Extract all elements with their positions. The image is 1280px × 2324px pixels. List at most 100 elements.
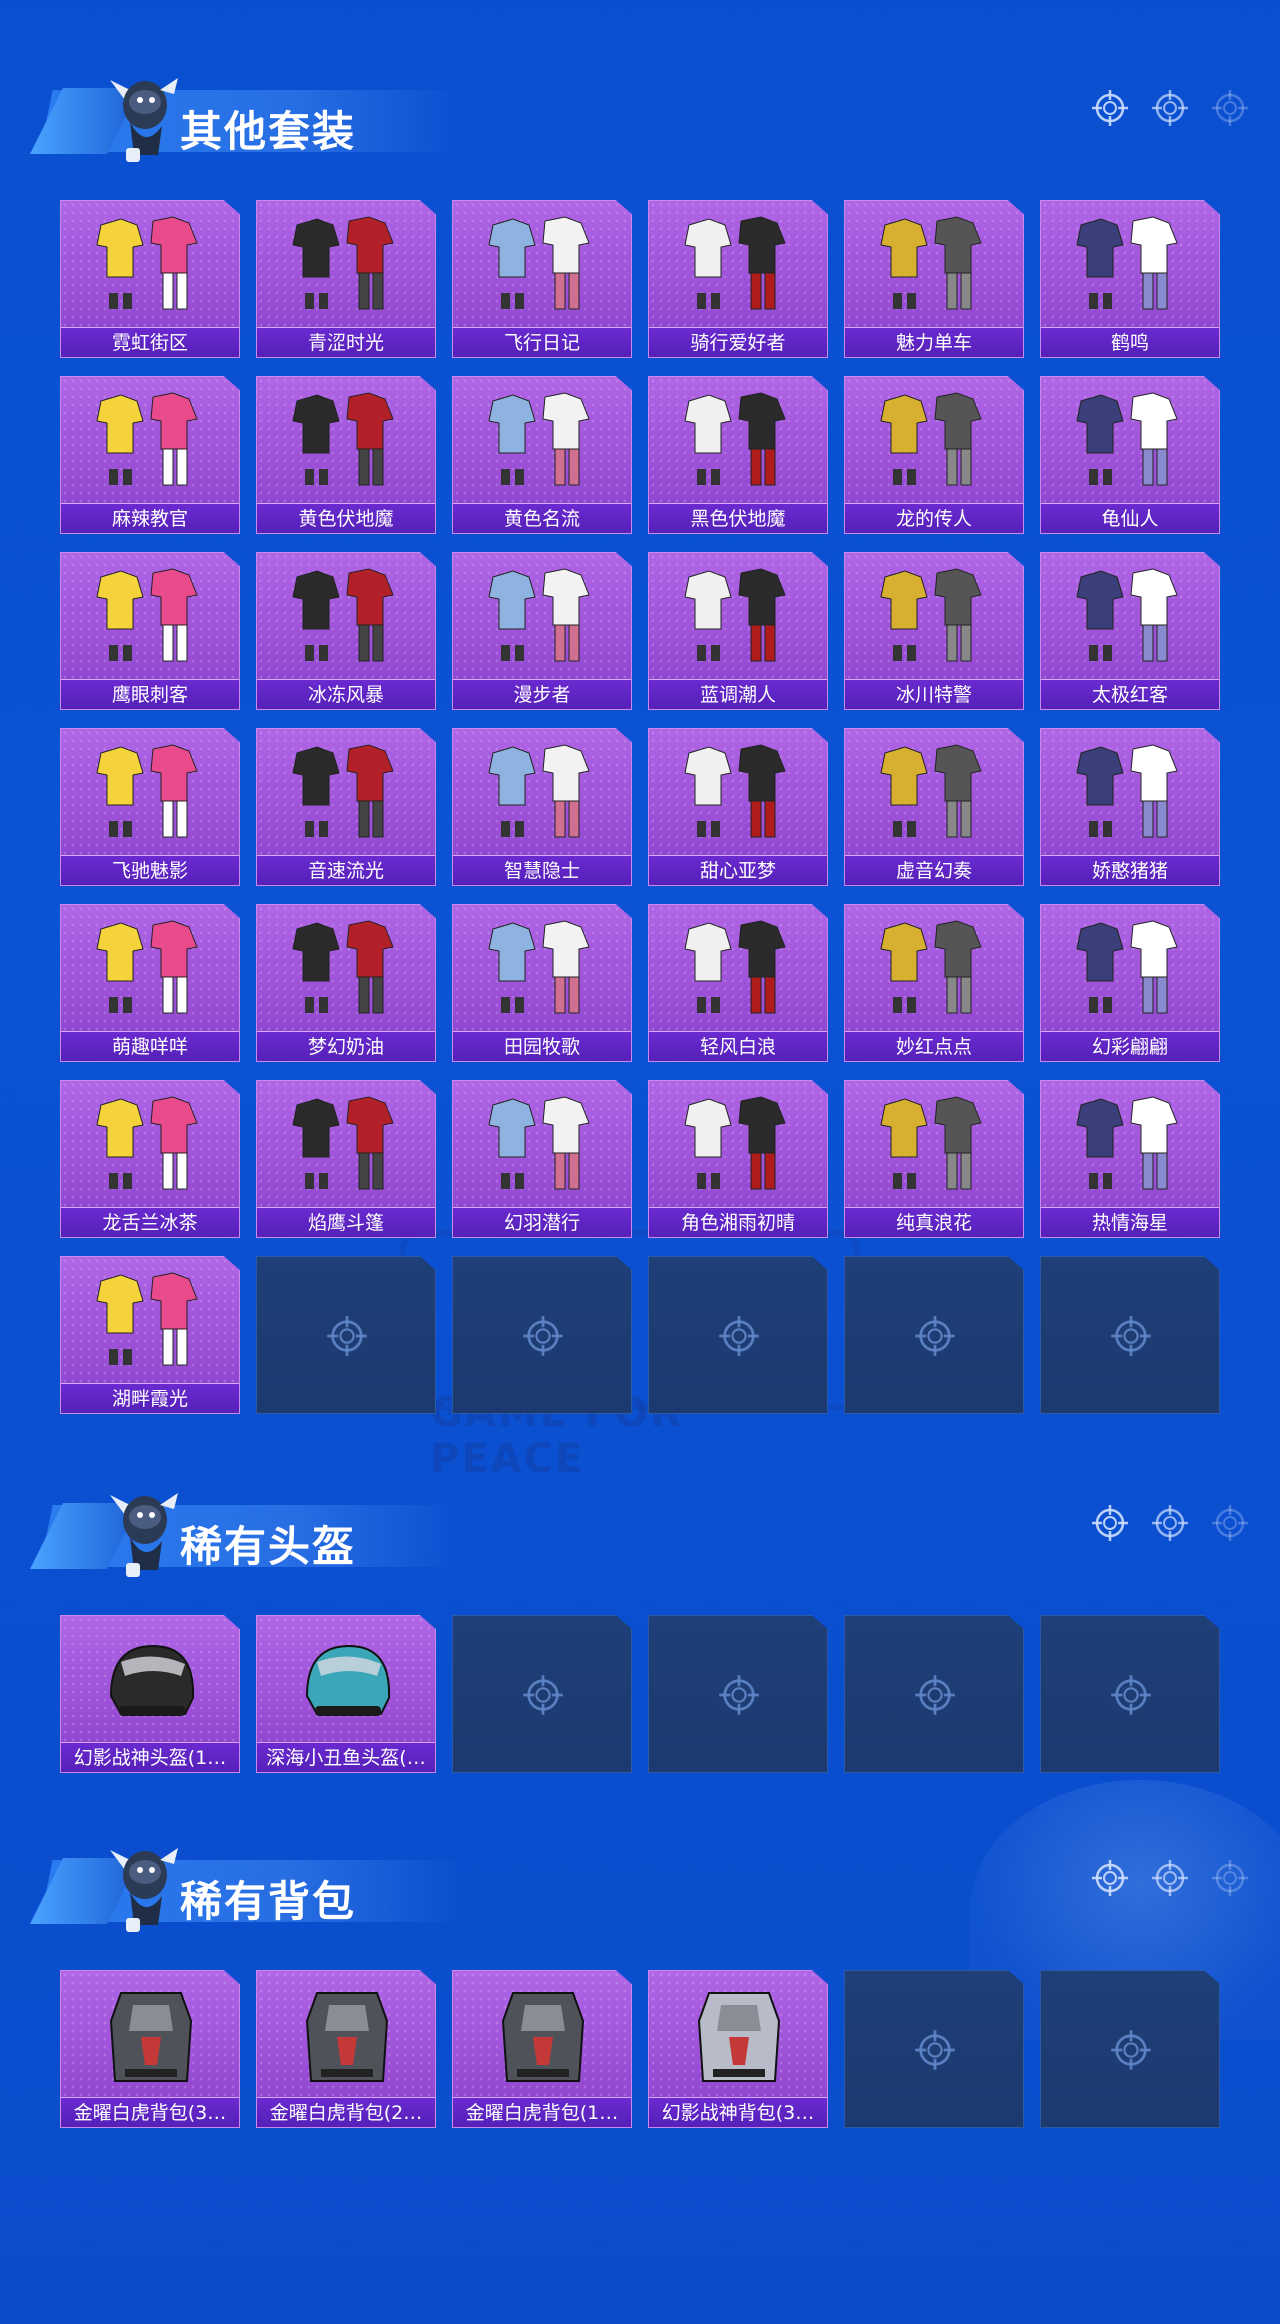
item-card[interactable]: 湖畔霞光 <box>60 1256 240 1414</box>
item-image <box>1061 563 1201 673</box>
item-label: 太极红客 <box>1041 679 1219 709</box>
header-decor <box>1090 88 1250 136</box>
mascot-icon <box>100 60 190 170</box>
item-image <box>81 211 221 321</box>
item-card[interactable]: 轻风白浪 <box>648 904 828 1062</box>
item-card[interactable]: 蓝调潮人 <box>648 552 828 710</box>
crosshair-icon <box>913 1673 957 1717</box>
item-image <box>865 563 1005 673</box>
item-card[interactable]: 幻影战神头盔(1… <box>60 1615 240 1773</box>
item-image <box>669 915 809 1025</box>
crosshair-icon <box>1150 1858 1190 1898</box>
item-image <box>81 1981 221 2091</box>
item-card[interactable]: 角色湘雨初晴 <box>648 1080 828 1238</box>
item-label: 萌趣咩咩 <box>61 1031 239 1061</box>
item-card[interactable]: 冰川特警 <box>844 552 1024 710</box>
item-card[interactable]: 焰鹰斗篷 <box>256 1080 436 1238</box>
crosshair-icon <box>1109 1673 1153 1717</box>
crosshair-icon <box>1210 1503 1250 1543</box>
item-card[interactable]: 青涩时光 <box>256 200 436 358</box>
item-card[interactable]: 龙的传人 <box>844 376 1024 534</box>
item-card[interactable]: 鹤鸣 <box>1040 200 1220 358</box>
item-image <box>865 739 1005 849</box>
item-card[interactable]: 深海小丑鱼头盔(… <box>256 1615 436 1773</box>
item-card[interactable]: 甜心亚梦 <box>648 728 828 886</box>
item-label: 甜心亚梦 <box>649 855 827 885</box>
item-card[interactable]: 龙舌兰冰茶 <box>60 1080 240 1238</box>
item-image <box>669 1981 809 2091</box>
item-label: 骑行爱好者 <box>649 327 827 357</box>
item-label: 焰鹰斗篷 <box>257 1207 435 1237</box>
item-label: 蓝调潮人 <box>649 679 827 709</box>
item-card[interactable]: 冰冻风暴 <box>256 552 436 710</box>
item-card[interactable]: 麻辣教官 <box>60 376 240 534</box>
item-card[interactable]: 田园牧歌 <box>452 904 632 1062</box>
item-card[interactable]: 金曜白虎背包(3… <box>60 1970 240 2128</box>
item-label: 角色湘雨初晴 <box>649 1207 827 1237</box>
item-label: 飞行日记 <box>453 327 631 357</box>
mascot-icon <box>100 1475 190 1585</box>
item-card[interactable]: 虚音幻奏 <box>844 728 1024 886</box>
item-label: 深海小丑鱼头盔(… <box>257 1742 435 1772</box>
item-card[interactable]: 智慧隐士 <box>452 728 632 886</box>
item-card[interactable]: 黄色名流 <box>452 376 632 534</box>
crosshair-icon <box>717 1673 761 1717</box>
item-card[interactable]: 音速流光 <box>256 728 436 886</box>
item-card[interactable]: 金曜白虎背包(1… <box>452 1970 632 2128</box>
item-card[interactable]: 鹰眼刺客 <box>60 552 240 710</box>
item-image <box>669 739 809 849</box>
section-title: 稀有背包 <box>180 1877 357 1926</box>
item-card[interactable]: 黄色伏地魔 <box>256 376 436 534</box>
item-card[interactable]: 飞行日记 <box>452 200 632 358</box>
item-card[interactable]: 龟仙人 <box>1040 376 1220 534</box>
item-card[interactable]: 妙红点点 <box>844 904 1024 1062</box>
item-card[interactable]: 萌趣咩咩 <box>60 904 240 1062</box>
crosshair-icon <box>325 1314 369 1358</box>
item-label: 轻风白浪 <box>649 1031 827 1061</box>
item-card[interactable]: 漫步者 <box>452 552 632 710</box>
item-label: 幻影战神背包(3… <box>649 2097 827 2127</box>
empty-slot <box>648 1256 828 1414</box>
section-1: 其他套装 霓虹街区 青涩时光 飞行日记 骑行爱好者 魅力单车 鹤鸣 麻辣教官 黄… <box>0 30 1280 1414</box>
crosshair-icon <box>521 1314 565 1358</box>
crosshair-icon <box>1109 2028 1153 2072</box>
empty-slot <box>256 1256 436 1414</box>
item-image <box>473 211 613 321</box>
empty-slot <box>452 1615 632 1773</box>
item-card[interactable]: 纯真浪花 <box>844 1080 1024 1238</box>
section-title: 稀有头盔 <box>180 1522 357 1571</box>
item-card[interactable]: 魅力单车 <box>844 200 1024 358</box>
item-card[interactable]: 幻彩翩翩 <box>1040 904 1220 1062</box>
item-card[interactable]: 热情海星 <box>1040 1080 1220 1238</box>
item-card[interactable]: 金曜白虎背包(2… <box>256 1970 436 2128</box>
item-image <box>81 387 221 497</box>
item-image <box>473 563 613 673</box>
item-label: 梦幻奶油 <box>257 1031 435 1061</box>
item-card[interactable]: 娇憨猪猪 <box>1040 728 1220 886</box>
item-label: 娇憨猪猪 <box>1041 855 1219 885</box>
item-image <box>865 387 1005 497</box>
item-label: 金曜白虎背包(1… <box>453 2097 631 2127</box>
item-image <box>277 211 417 321</box>
item-card[interactable]: 幻羽潜行 <box>452 1080 632 1238</box>
item-label: 金曜白虎背包(3… <box>61 2097 239 2127</box>
item-label: 麻辣教官 <box>61 503 239 533</box>
item-card[interactable]: 幻影战神背包(3… <box>648 1970 828 2128</box>
item-card[interactable]: 黑色伏地魔 <box>648 376 828 534</box>
item-card[interactable]: 太极红客 <box>1040 552 1220 710</box>
crosshair-icon <box>1090 1503 1130 1543</box>
crosshair-icon <box>521 1673 565 1717</box>
item-image <box>277 387 417 497</box>
item-card[interactable]: 霓虹街区 <box>60 200 240 358</box>
item-label: 热情海星 <box>1041 1207 1219 1237</box>
item-label: 黄色名流 <box>453 503 631 533</box>
empty-slot <box>1040 1615 1220 1773</box>
item-label: 鹤鸣 <box>1041 327 1219 357</box>
crosshair-icon <box>1090 1858 1130 1898</box>
item-image <box>669 387 809 497</box>
item-image <box>81 563 221 673</box>
item-card[interactable]: 骑行爱好者 <box>648 200 828 358</box>
item-card[interactable]: 梦幻奶油 <box>256 904 436 1062</box>
item-image <box>1061 211 1201 321</box>
item-card[interactable]: 飞驰魅影 <box>60 728 240 886</box>
